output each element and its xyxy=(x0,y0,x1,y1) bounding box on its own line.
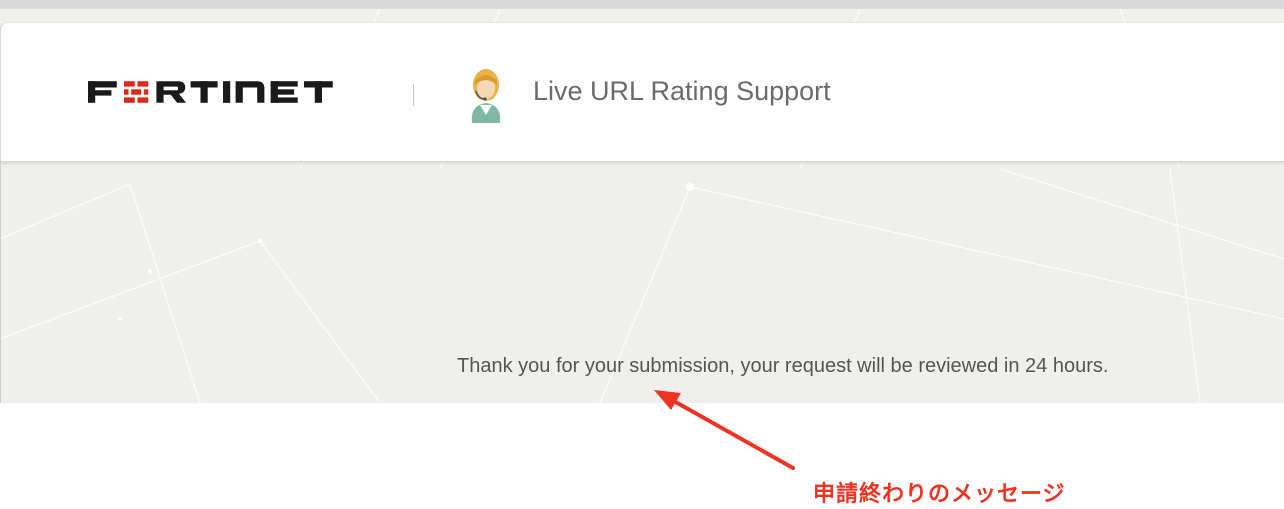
annotation-arrow xyxy=(654,390,795,470)
annotation-label: 申請終わりのメッセージ xyxy=(813,481,1066,506)
